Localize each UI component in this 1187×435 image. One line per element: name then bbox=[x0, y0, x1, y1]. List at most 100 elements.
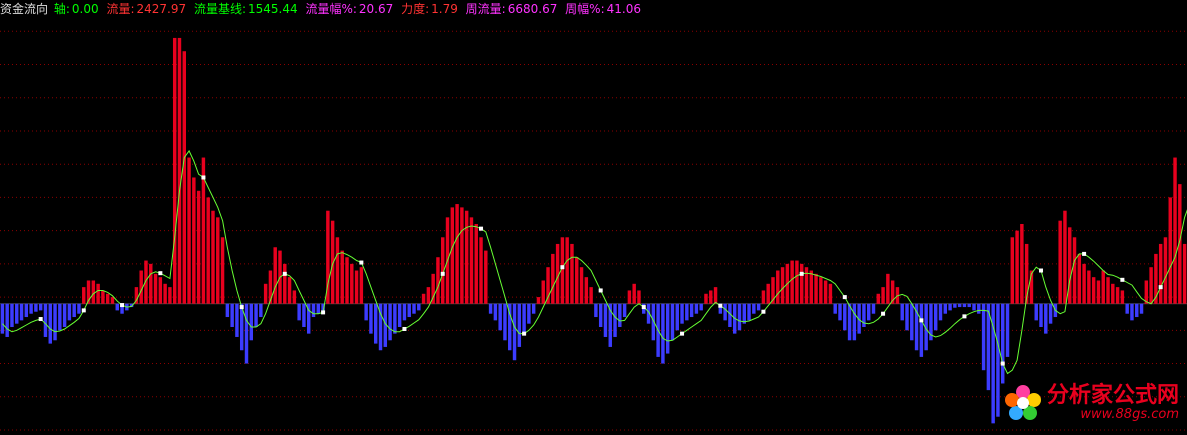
inflow-bar bbox=[637, 290, 641, 304]
inflow-bar bbox=[876, 293, 881, 304]
signal-marker bbox=[560, 265, 565, 270]
flow-pct-value: 20.67 bbox=[358, 2, 394, 16]
outflow-bar bbox=[249, 303, 254, 341]
outflow-bar bbox=[72, 303, 76, 318]
outflow-bar bbox=[407, 303, 411, 318]
signal-marker bbox=[598, 288, 603, 293]
indicator-title: 资金流向 bbox=[0, 2, 49, 16]
signal-marker bbox=[1120, 277, 1125, 282]
logo-url: www.88gs.com bbox=[1080, 407, 1179, 422]
outflow-bar bbox=[685, 303, 689, 321]
outflow-bar bbox=[843, 303, 847, 331]
outflow-bar bbox=[1139, 303, 1144, 314]
outflow-bar bbox=[369, 303, 373, 334]
inflow-bar bbox=[273, 247, 277, 304]
inflow-bar bbox=[345, 257, 349, 304]
signal-marker bbox=[1000, 361, 1005, 366]
inflow-bar bbox=[91, 280, 96, 304]
inflow-bar bbox=[1168, 197, 1172, 304]
signal-marker bbox=[81, 308, 86, 313]
inflow-bar bbox=[799, 263, 804, 304]
inflow-bar bbox=[287, 277, 292, 304]
outflow-bar bbox=[977, 303, 981, 314]
outflow-bar bbox=[747, 303, 751, 321]
outflow-bar bbox=[235, 303, 239, 337]
flow-pct-readout: 流量幅%: 20.67 bbox=[305, 2, 399, 16]
signal-marker bbox=[680, 331, 685, 336]
signal-marker bbox=[479, 226, 484, 231]
outflow-bar bbox=[1034, 303, 1038, 321]
outflow-bar bbox=[225, 303, 230, 318]
signal-marker bbox=[120, 303, 125, 308]
outflow-bar bbox=[900, 303, 904, 321]
inflow-bar bbox=[220, 237, 225, 304]
inflow-bar bbox=[172, 37, 177, 304]
inflow-bar bbox=[96, 283, 100, 304]
inflow-bar bbox=[627, 290, 632, 304]
outflow-bar bbox=[1048, 303, 1053, 324]
outflow-bar bbox=[34, 303, 38, 312]
outflow-bar bbox=[58, 303, 62, 331]
inflow-bar bbox=[82, 287, 86, 304]
inflow-bar bbox=[1096, 280, 1101, 304]
signal-marker bbox=[718, 303, 723, 308]
outflow-bar bbox=[62, 303, 67, 327]
outflow-bar bbox=[833, 303, 837, 314]
outflow-bar bbox=[756, 303, 761, 311]
signal-marker bbox=[321, 310, 326, 315]
outflow-bar bbox=[15, 303, 19, 324]
inflow-bar bbox=[354, 270, 359, 304]
weekly-pct-readout: 周幅%: 41.06 bbox=[565, 2, 643, 16]
inflow-bar bbox=[479, 237, 483, 304]
inflow-bar bbox=[216, 217, 220, 304]
outflow-bar bbox=[1135, 303, 1139, 318]
outflow-bar bbox=[417, 303, 421, 311]
inflow-bar bbox=[426, 287, 431, 304]
signal-marker bbox=[761, 309, 766, 314]
outflow-bar bbox=[699, 303, 703, 311]
inflow-bar bbox=[1015, 230, 1019, 304]
outflow-bar bbox=[675, 303, 679, 331]
inflow-bar bbox=[455, 204, 459, 304]
inflow-bar bbox=[1111, 283, 1115, 304]
inflow-bar bbox=[268, 270, 273, 304]
outflow-bar bbox=[230, 303, 234, 327]
weekly-pct-label: 周幅%: bbox=[565, 2, 605, 16]
outflow-bar bbox=[67, 303, 72, 321]
inflow-bar bbox=[153, 273, 158, 304]
inflow-bar bbox=[584, 277, 589, 304]
inflow-bar bbox=[1020, 224, 1024, 304]
inflow-bar bbox=[450, 207, 455, 304]
outflow-bar bbox=[115, 303, 119, 311]
outflow-bar bbox=[1001, 303, 1005, 384]
outflow-bar bbox=[254, 303, 258, 327]
outflow-bar bbox=[259, 303, 263, 318]
inflow-bar bbox=[436, 257, 440, 304]
inflow-bar bbox=[283, 263, 287, 304]
signal-marker bbox=[440, 271, 445, 276]
inflow-bar bbox=[1106, 277, 1110, 304]
inflow-bar bbox=[149, 263, 153, 304]
signal-marker bbox=[38, 317, 43, 322]
outflow-bar bbox=[852, 303, 857, 341]
inflow-bar bbox=[1010, 237, 1015, 304]
outflow-bar bbox=[503, 303, 507, 341]
flow-readout: 流量: 2427.97 bbox=[106, 2, 192, 16]
outflow-bar bbox=[297, 303, 301, 321]
outflow-bar bbox=[493, 303, 498, 321]
axis-label: 轴: bbox=[53, 2, 70, 16]
outflow-bar bbox=[752, 303, 756, 314]
axis-value: 0.00 bbox=[71, 2, 99, 16]
outflow-bar bbox=[0, 303, 5, 334]
outflow-bar bbox=[531, 303, 536, 314]
outflow-bar bbox=[694, 303, 699, 314]
outflow-bar bbox=[24, 303, 29, 318]
axis-readout: 轴: 0.00 bbox=[54, 2, 105, 16]
outflow-bar bbox=[374, 303, 378, 344]
signal-marker bbox=[359, 260, 364, 265]
outflow-bar bbox=[402, 303, 407, 321]
weekly-flow-label: 周流量: bbox=[465, 2, 506, 16]
flow-pct-label: 流量幅%: bbox=[305, 2, 357, 16]
inflow-bar bbox=[1120, 290, 1125, 304]
outflow-bar bbox=[972, 303, 976, 311]
